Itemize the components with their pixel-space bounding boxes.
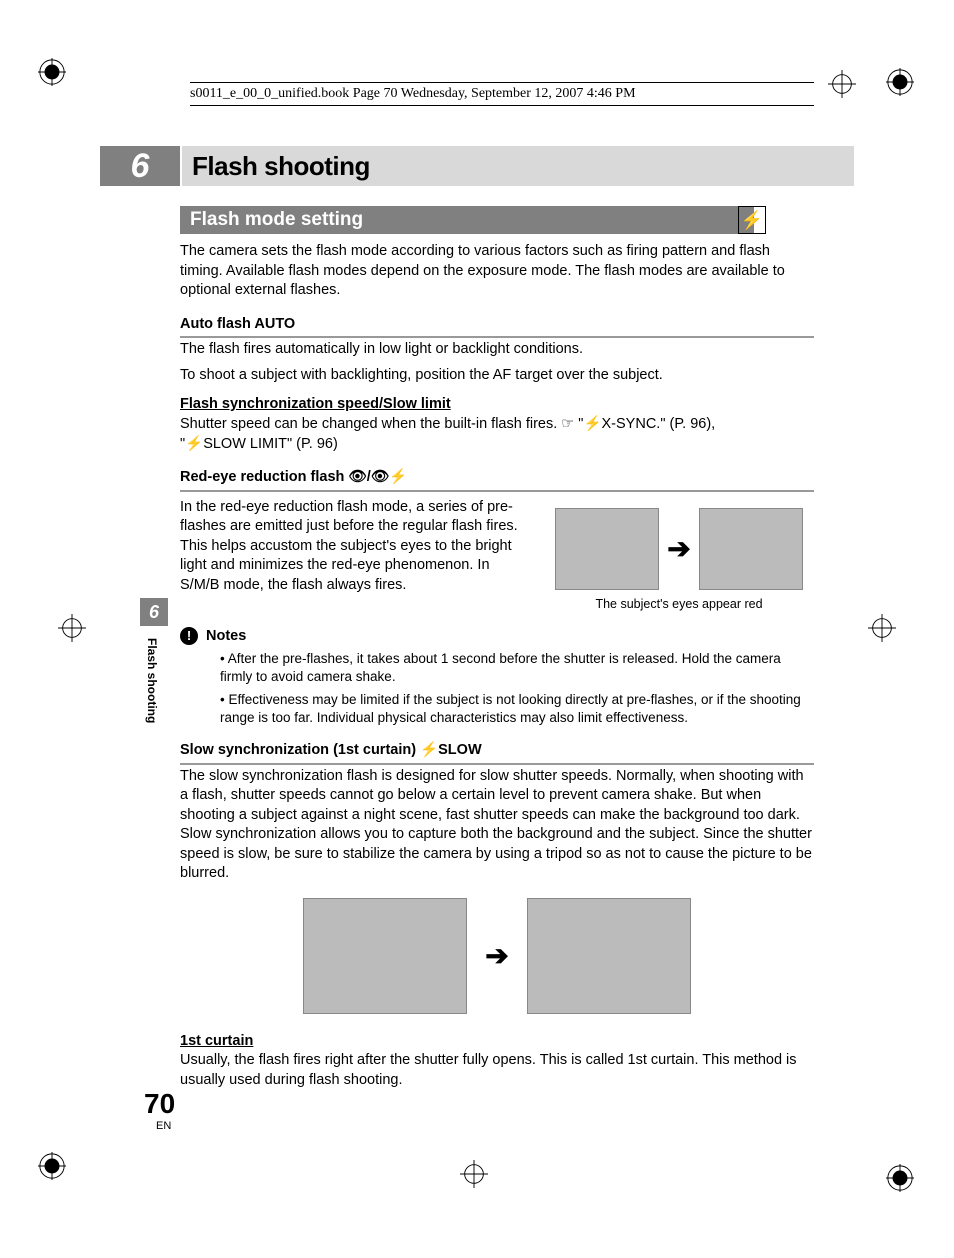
redeye-after-image <box>699 508 803 590</box>
side-chapter-label: Flash shooting <box>145 638 159 723</box>
page-language: EN <box>156 1120 171 1132</box>
red-eye-caption: The subject's eyes appear red <box>544 596 814 613</box>
intro-text: The camera sets the flash mode according… <box>180 242 814 301</box>
arrow-right-icon: ➔ <box>485 942 508 970</box>
red-eye-heading: Red-eye reduction flash 👁/👁⚡ <box>180 468 814 492</box>
chapter-number-badge: 6 <box>100 146 180 186</box>
slow-sync-heading: Slow synchronization (1st curtain) ⚡SLOW <box>180 741 814 765</box>
slowsync-after-image <box>527 898 691 1014</box>
auto-flash-line1: The flash fires automatically in low lig… <box>180 340 814 360</box>
section-heading: Flash mode setting <box>180 206 754 234</box>
crosshair-icon <box>460 1160 488 1188</box>
sync-speed-heading: Flash synchronization speed/Slow limit <box>180 395 814 415</box>
page-number: 70 <box>144 1088 175 1120</box>
slow-sync-body: The slow synchronization flash is design… <box>180 767 814 884</box>
first-curtain-heading: 1st curtain <box>180 1032 814 1052</box>
notes-list: After the pre-flashes, it takes about 1 … <box>180 650 814 727</box>
first-curtain-body: Usually, the flash fires right after the… <box>180 1051 814 1090</box>
note-item: After the pre-flashes, it takes about 1 … <box>220 650 814 686</box>
crop-mark-icon <box>38 1152 66 1180</box>
auto-flash-line2: To shoot a subject with backlighting, po… <box>180 366 814 386</box>
content-area: The camera sets the flash mode according… <box>180 242 814 1097</box>
chapter-title: Flash shooting <box>182 146 854 186</box>
crosshair-icon <box>58 614 86 642</box>
crop-mark-icon <box>886 68 914 96</box>
red-eye-body: In the red-eye reduction flash mode, a s… <box>180 498 524 613</box>
crosshair-icon <box>868 614 896 642</box>
slowsync-before-image <box>303 898 467 1014</box>
side-chapter-tab: 6 <box>140 598 168 626</box>
crop-mark-icon <box>886 1164 914 1192</box>
flash-icon: ⚡ <box>738 206 766 234</box>
auto-flash-heading: Auto flash AUTO <box>180 315 814 339</box>
running-header: s0011_e_00_0_unified.book Page 70 Wednes… <box>190 82 814 106</box>
crop-mark-icon <box>38 58 66 86</box>
sync-speed-body: Shutter speed can be changed when the bu… <box>180 415 814 454</box>
redeye-before-image <box>555 508 659 590</box>
notes-label: Notes <box>206 627 246 647</box>
crosshair-icon <box>828 70 856 98</box>
arrow-right-icon: ➔ <box>667 535 690 563</box>
note-item: Effectiveness may be limited if the subj… <box>220 691 814 727</box>
notes-icon: ! <box>180 627 198 645</box>
